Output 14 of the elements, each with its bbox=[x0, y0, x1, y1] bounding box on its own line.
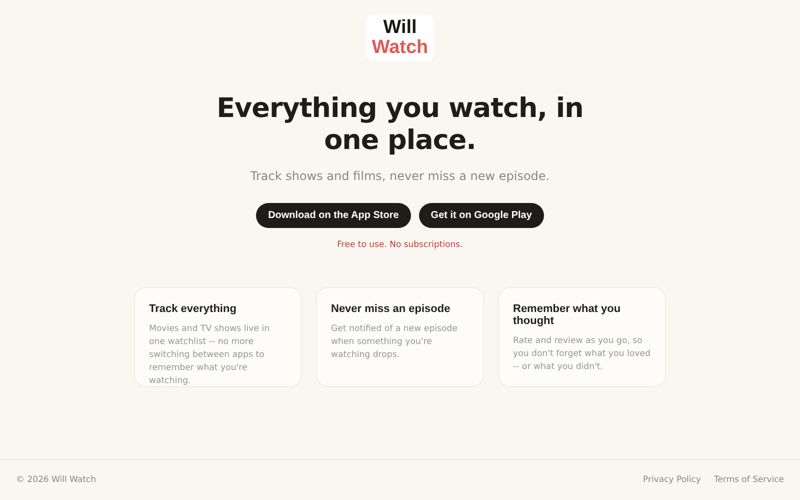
pricing-note: Free to use. No subscriptions. bbox=[337, 240, 463, 250]
feature-text: Get notified of a new episode when something you're watching drops. bbox=[331, 323, 459, 362]
feature-title: Remember what you thought bbox=[513, 303, 622, 327]
feature-text: Movies and TV shows live in one watchlist -- no more switching between apps to remember what you're watching. bbox=[149, 323, 271, 388]
logo: Will Watch bbox=[366, 15, 434, 61]
hero-title: Everything you watch, in one place. bbox=[216, 93, 584, 157]
hero-subtitle: Track shows and films, never miss a new episode. bbox=[250, 169, 550, 183]
download-button[interactable]: Download on the App Store bbox=[256, 203, 411, 228]
download-button[interactable]: Get it on Google Play bbox=[418, 203, 544, 228]
footer-link[interactable]: Terms of Service bbox=[714, 475, 784, 485]
copyright-text: © 2026 Will Watch bbox=[16, 475, 96, 485]
feature-text: Rate and review as you go, so you don't forget what you loved -- or what you didn't. bbox=[513, 335, 651, 374]
feature-title: Track everything bbox=[149, 303, 238, 315]
feature-title: Never miss an episode bbox=[331, 303, 452, 315]
